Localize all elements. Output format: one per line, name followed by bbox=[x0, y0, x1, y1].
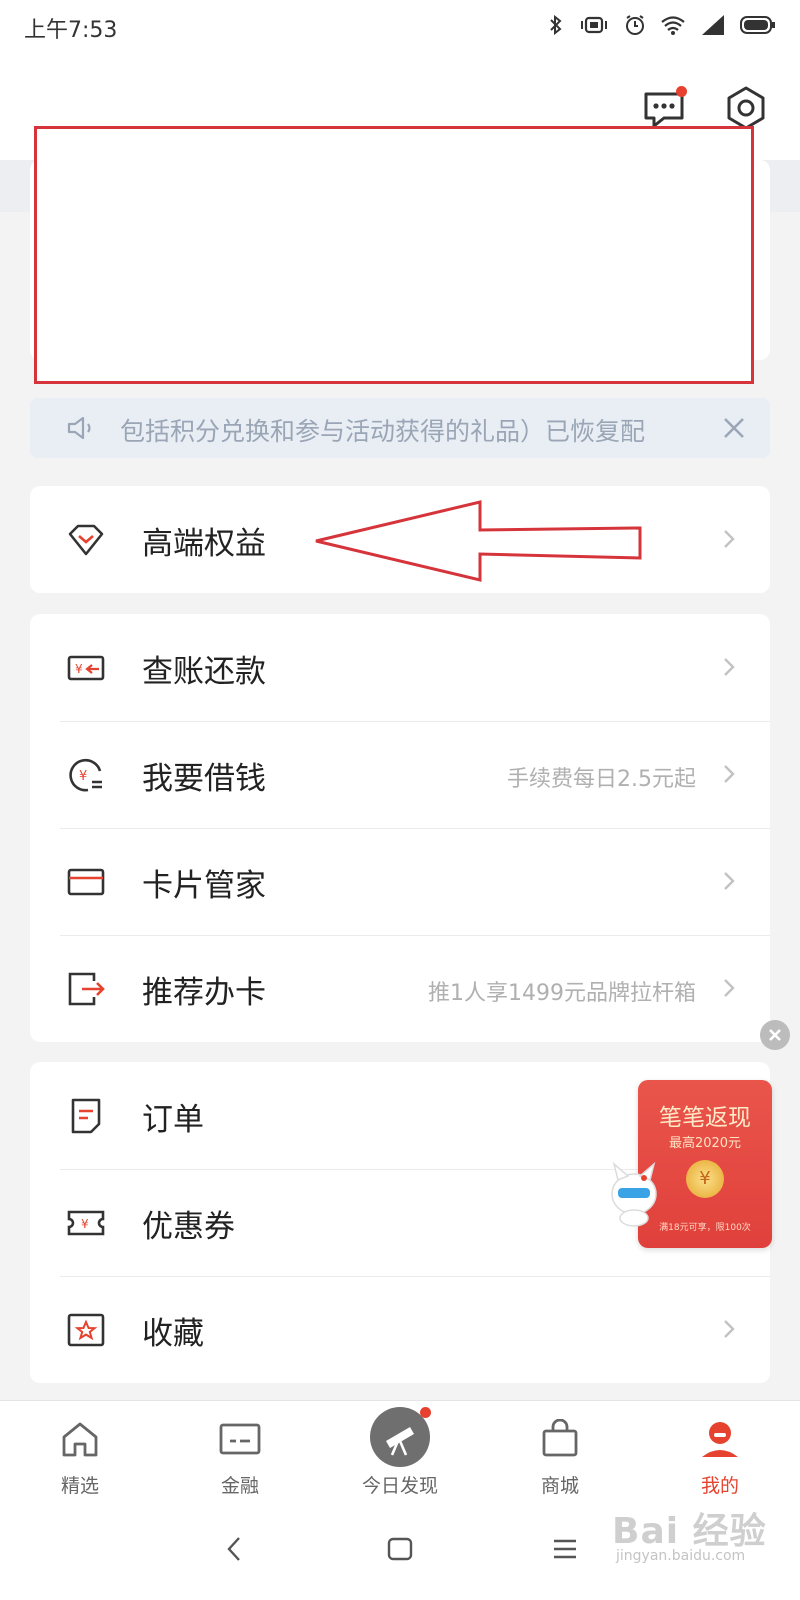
menu-item-label: 推荐办卡 bbox=[142, 975, 266, 1011]
chevron-right-icon bbox=[724, 765, 735, 783]
chevron-right-icon bbox=[724, 872, 735, 890]
discover-badge bbox=[420, 1407, 431, 1418]
alarm-icon bbox=[626, 15, 644, 35]
finance-card: ¥ 查账还款 ¥ 我要借钱 手续费每日2.5元起 卡片管家 推荐办卡 推1人享1… bbox=[30, 614, 770, 1042]
settings-button[interactable] bbox=[722, 84, 770, 132]
notice-text: 包括积分兑换和参与活动获得的礼品）已恢复配 bbox=[120, 417, 646, 444]
favorite-icon bbox=[67, 1313, 105, 1347]
loan-icon: ¥ bbox=[69, 758, 102, 792]
mascot-icon bbox=[611, 1161, 657, 1227]
status-time: 上午7:53 bbox=[24, 18, 118, 43]
promo-title: 笔笔返现 bbox=[659, 1105, 751, 1131]
chevron-right-icon bbox=[724, 1320, 735, 1338]
menu-item-subtext: 推1人享1499元品牌拉杆箱 bbox=[428, 981, 696, 1006]
status-icons bbox=[548, 12, 776, 38]
menu-item-subtext: 手续费每日2.5元起 bbox=[507, 767, 696, 792]
tab-mine[interactable]: 我的 bbox=[640, 1401, 800, 1505]
promo-subtitle: 最高2020元 bbox=[668, 1136, 742, 1151]
menu-item-label: 高端权益 bbox=[142, 526, 266, 562]
coin-icon: ¥ bbox=[686, 1160, 724, 1198]
tab-label: 金融 bbox=[220, 1475, 259, 1497]
vibrate-icon bbox=[581, 16, 607, 34]
bluetooth-icon bbox=[550, 14, 562, 36]
bill-icon: ¥ bbox=[67, 655, 105, 681]
message-button[interactable] bbox=[640, 84, 688, 132]
menu-item-bill-repay[interactable]: ¥ 查账还款 bbox=[30, 614, 770, 721]
speaker-icon bbox=[67, 416, 91, 440]
promo-close-button[interactable] bbox=[760, 1020, 790, 1050]
card-icon bbox=[67, 868, 105, 896]
chevron-right-icon bbox=[724, 979, 735, 997]
home-square-icon[interactable] bbox=[386, 1534, 414, 1564]
menu-item-label: 优惠券 bbox=[142, 1209, 235, 1245]
menu-item-card-manager[interactable]: 卡片管家 bbox=[30, 828, 770, 935]
menu-item-label: 收藏 bbox=[142, 1316, 204, 1352]
chevron-right-icon bbox=[724, 658, 735, 676]
bag-icon bbox=[542, 1419, 578, 1457]
battery-icon bbox=[740, 16, 775, 34]
close-icon bbox=[769, 1029, 781, 1041]
home-icon bbox=[62, 1422, 98, 1457]
tab-finance[interactable]: 金融 bbox=[160, 1401, 320, 1505]
tab-mall[interactable]: 商城 bbox=[480, 1401, 640, 1505]
menu-item-label: 订单 bbox=[142, 1102, 204, 1138]
status-bar: 上午7:53 bbox=[0, 0, 800, 50]
tab-bar: 精选 金融 今日发现 商城 我的 bbox=[0, 1400, 800, 1504]
back-icon[interactable] bbox=[224, 1534, 244, 1564]
wifi-icon bbox=[661, 16, 685, 35]
tab-label: 我的 bbox=[700, 1475, 739, 1497]
order-icon bbox=[71, 1098, 101, 1134]
redacted-highlight-box bbox=[34, 126, 754, 384]
finance-icon bbox=[219, 1423, 261, 1455]
notice-bar[interactable]: 包括积分兑换和参与活动获得的礼品）已恢复配 bbox=[30, 398, 770, 458]
cashback-promo[interactable]: 笔笔返现 最高2020元 ¥ 满18元可享，限100次 bbox=[604, 1020, 798, 1270]
tab-discover[interactable]: 今日发现 bbox=[320, 1401, 480, 1505]
menu-item-label: 我要借钱 bbox=[142, 761, 266, 797]
settings-icon bbox=[727, 86, 765, 130]
profile-icon bbox=[702, 1422, 738, 1457]
tab-label: 今日发现 bbox=[361, 1475, 438, 1497]
signal-icon bbox=[702, 15, 724, 35]
chevron-right-icon bbox=[724, 530, 735, 548]
svg-text:¥: ¥ bbox=[81, 1217, 89, 1231]
svg-text:¥: ¥ bbox=[75, 662, 83, 676]
menu-icon[interactable] bbox=[552, 1534, 578, 1564]
watermark-top: Bai 经验 bbox=[612, 1511, 767, 1552]
tab-label: 精选 bbox=[60, 1475, 99, 1497]
tab-label: 商城 bbox=[540, 1475, 579, 1497]
coupon-icon: ¥ bbox=[67, 1210, 105, 1236]
message-badge bbox=[676, 86, 687, 97]
watermark: Bai 经验 jingyan.baidu.com bbox=[612, 1500, 792, 1600]
menu-item-favorites[interactable]: 收藏 bbox=[30, 1276, 770, 1383]
menu-item-label: 查账还款 bbox=[142, 654, 266, 690]
recommend-icon bbox=[68, 972, 105, 1006]
close-icon[interactable] bbox=[718, 412, 750, 444]
watermark-bottom: jingyan.baidu.com bbox=[616, 1548, 746, 1564]
svg-text:¥: ¥ bbox=[79, 769, 87, 784]
tab-featured[interactable]: 精选 bbox=[0, 1401, 160, 1505]
menu-item-borrow[interactable]: ¥ 我要借钱 手续费每日2.5元起 bbox=[30, 721, 770, 828]
diamond-icon bbox=[68, 524, 104, 556]
menu-item-label: 卡片管家 bbox=[142, 868, 266, 904]
annotation-arrow bbox=[315, 500, 642, 582]
